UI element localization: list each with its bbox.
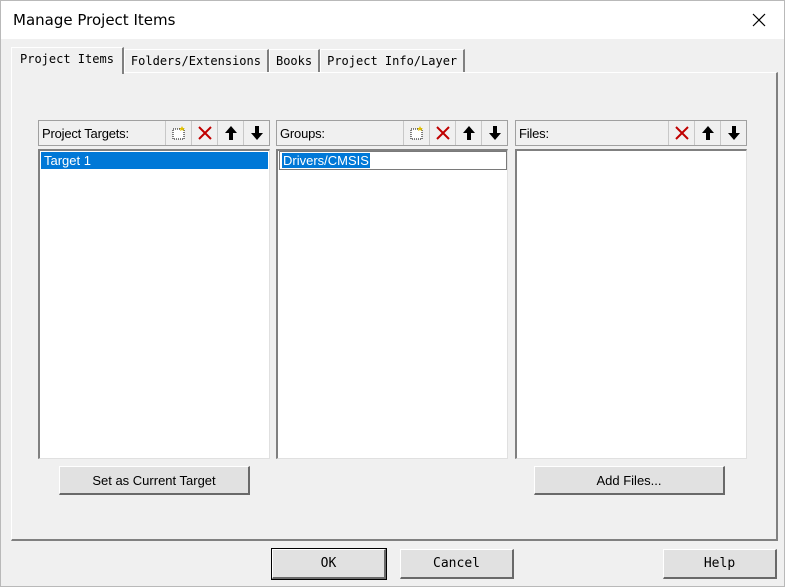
targets-header: Project Targets:: [38, 120, 270, 146]
target-item[interactable]: Target 1: [41, 152, 268, 169]
close-icon: [752, 13, 766, 27]
delete-icon: [197, 126, 212, 140]
move-up-icon: [224, 126, 237, 140]
group-name-edit[interactable]: Drivers/CMSIS: [279, 151, 507, 170]
files-column: Files:: [515, 120, 747, 146]
new-icon: [172, 126, 185, 140]
tab-strip: Project Items Folders/Extensions Books P…: [11, 47, 466, 74]
targets-list[interactable]: Target 1: [38, 149, 270, 459]
move-down-icon: [250, 126, 263, 140]
new-target-button[interactable]: [165, 121, 191, 145]
tab-project-items[interactable]: Project Items: [11, 47, 124, 74]
tab-books[interactable]: Books: [268, 49, 321, 73]
targets-column: Project Targets:: [38, 120, 270, 146]
move-group-up-button[interactable]: [455, 121, 481, 145]
cancel-button[interactable]: Cancel: [400, 549, 514, 579]
title-bar: Manage Project Items: [1, 1, 784, 39]
set-current-target-button[interactable]: Set as Current Target: [59, 466, 250, 495]
move-group-down-button[interactable]: [481, 121, 507, 145]
delete-icon: [435, 126, 450, 140]
targets-label: Project Targets:: [42, 125, 129, 141]
move-down-icon: [488, 126, 501, 140]
group-name-text: Drivers/CMSIS: [282, 153, 370, 168]
move-up-icon: [462, 126, 475, 140]
groups-header: Groups:: [276, 120, 508, 146]
new-group-button[interactable]: [403, 121, 429, 145]
files-list[interactable]: [515, 149, 747, 459]
move-file-down-button[interactable]: [720, 121, 746, 145]
move-target-up-button[interactable]: [217, 121, 243, 145]
help-button[interactable]: Help: [663, 549, 777, 579]
groups-list[interactable]: Drivers/CMSIS: [276, 149, 508, 459]
new-icon: [410, 126, 423, 140]
move-target-down-button[interactable]: [243, 121, 269, 145]
move-up-icon: [701, 126, 714, 140]
add-files-button[interactable]: Add Files...: [534, 466, 725, 495]
close-button[interactable]: [736, 1, 782, 39]
tab-folders-extensions[interactable]: Folders/Extensions: [123, 49, 269, 73]
delete-target-button[interactable]: [191, 121, 217, 145]
dialog-window: Manage Project Items Project Items Folde…: [0, 0, 785, 587]
window-title: Manage Project Items: [13, 11, 176, 29]
delete-icon: [674, 126, 689, 140]
move-down-icon: [727, 126, 740, 140]
files-header: Files:: [515, 120, 747, 146]
ok-button[interactable]: OK: [271, 548, 387, 580]
groups-label: Groups:: [280, 125, 325, 141]
groups-column: Groups:: [276, 120, 508, 146]
files-label: Files:: [519, 125, 549, 141]
delete-file-button[interactable]: [668, 121, 694, 145]
delete-group-button[interactable]: [429, 121, 455, 145]
move-file-up-button[interactable]: [694, 121, 720, 145]
tab-project-info-layer[interactable]: Project Info/Layer: [320, 49, 466, 73]
